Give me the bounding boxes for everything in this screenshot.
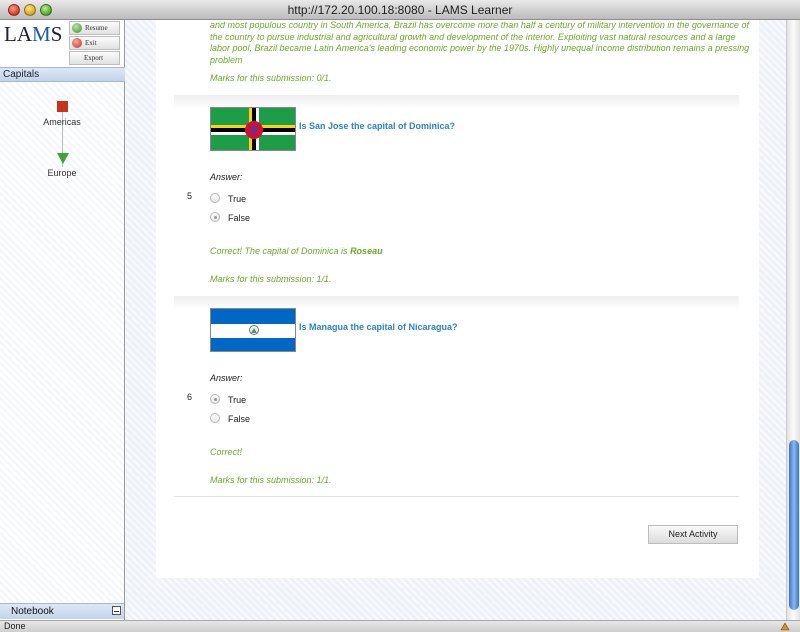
sequence-map: Americas Europe xyxy=(0,82,124,602)
exit-button[interactable]: Exit xyxy=(69,36,120,50)
question-6-number: 6 xyxy=(187,392,193,402)
activity-status-icon xyxy=(780,622,790,631)
minimize-icon[interactable] xyxy=(112,606,121,615)
exit-icon xyxy=(72,38,82,48)
previous-answer-feedback: and most populous country in South Ameri… xyxy=(210,20,750,65)
exit-label: Exit xyxy=(85,39,97,47)
option-label: False xyxy=(228,213,251,223)
activity-label-europe[interactable]: Europe xyxy=(0,168,124,178)
question-5-feedback: Correct! The capital of Dominica is Rose… xyxy=(210,246,383,256)
divider xyxy=(174,496,739,497)
dominica-flag-image xyxy=(210,107,296,151)
export-button[interactable]: Export xyxy=(69,51,120,65)
previous-marks: Marks for this submission: 0/1. xyxy=(210,73,332,83)
lams-logo: LAMS xyxy=(4,22,63,46)
question-6-feedback: Correct! xyxy=(210,447,243,457)
question-6-text: Is Managua the capital of Nicaragua? xyxy=(299,322,458,332)
question-5-text: Is San Jose the capital of Dominica? xyxy=(299,121,456,131)
nicaragua-flag-image xyxy=(210,308,296,352)
status-text: Done xyxy=(4,621,26,631)
status-bar: Done xyxy=(0,620,800,632)
radio-button-selected[interactable] xyxy=(210,394,220,404)
option-label: True xyxy=(228,395,247,405)
option-label: True xyxy=(228,194,247,204)
export-label: Export xyxy=(84,54,104,62)
main-content-area: and most populous country in South Ameri… xyxy=(125,20,786,620)
resume-label: Resume xyxy=(85,24,108,32)
resume-button[interactable]: Resume xyxy=(69,21,120,35)
question-5-number: 5 xyxy=(187,191,193,201)
next-activity-button[interactable]: Next Activity xyxy=(648,525,738,544)
learner-sidebar: LAMS Resume Exit Export Capitals America… xyxy=(0,20,125,620)
notebook-panel-header[interactable]: Notebook xyxy=(0,603,124,619)
current-activity-icon[interactable] xyxy=(57,101,68,112)
window-title: http://172.20.100.18:8080 - LAMS Learner xyxy=(287,3,513,17)
radio-button-selected[interactable] xyxy=(210,212,220,222)
answer-label: Answer: xyxy=(210,373,243,383)
sequence-title: Capitals xyxy=(0,67,125,82)
activity-label-americas[interactable]: Americas xyxy=(0,117,124,127)
radio-button[interactable] xyxy=(210,193,220,203)
pending-activity-icon[interactable] xyxy=(57,153,69,164)
window-title-bar: http://172.20.100.18:8080 - LAMS Learner xyxy=(0,0,800,20)
question-6-marks: Marks for this submission: 1/1. xyxy=(210,475,332,485)
vertical-scrollbar[interactable] xyxy=(786,20,800,620)
scrollbar-thumb[interactable] xyxy=(789,440,799,610)
question-5-marks: Marks for this submission: 1/1. xyxy=(210,274,332,284)
radio-button[interactable] xyxy=(210,413,220,423)
resume-icon xyxy=(72,23,82,33)
notebook-label: Notebook xyxy=(11,606,54,617)
question-sheet: and most populous country in South Ameri… xyxy=(156,20,759,578)
answer-label: Answer: xyxy=(210,172,243,182)
option-label: False xyxy=(228,414,251,424)
